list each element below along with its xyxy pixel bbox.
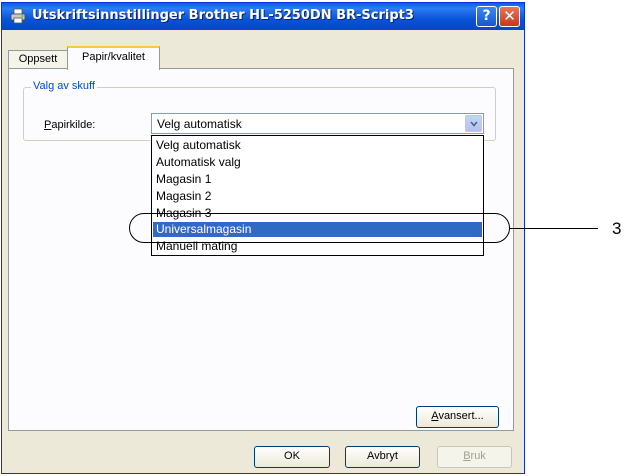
paper-source-select[interactable]: Velg automatisk	[151, 113, 484, 134]
group-legend: Valg av skuff	[31, 80, 97, 92]
cancel-button[interactable]: Avbryt	[345, 446, 420, 468]
option-automatisk-valg[interactable]: Automatisk valg	[153, 155, 482, 170]
advanced-button[interactable]: Avansert...	[416, 406, 499, 428]
callout-number: 3	[612, 219, 622, 238]
paper-source-label-rest: apirkilde:	[51, 119, 96, 131]
ok-button[interactable]: OK	[254, 446, 330, 468]
title-bar[interactable]: Utskriftsinnstillinger Brother HL-5250DN…	[2, 3, 524, 30]
chevron-down-icon	[470, 121, 478, 127]
tab-oppsett[interactable]: Oppsett	[8, 50, 68, 68]
advanced-label-rest: vansert...	[438, 410, 484, 422]
callout-line	[510, 228, 598, 229]
close-icon: ✕	[503, 7, 516, 25]
dropdown-button[interactable]	[465, 115, 482, 132]
option-magasin-1[interactable]: Magasin 1	[153, 172, 482, 187]
apply-mnemonic: B	[463, 450, 471, 462]
tab-papir-kvalitet[interactable]: Papir/kvalitet	[67, 46, 160, 70]
apply-button[interactable]: Bruk	[437, 446, 512, 468]
printer-icon	[10, 8, 26, 24]
paper-source-label: Papirkilde:	[44, 119, 95, 131]
help-icon: ?	[482, 8, 491, 24]
apply-label-rest: ruk	[470, 450, 486, 462]
paper-source-value: Velg automatisk	[157, 117, 242, 131]
window-title: Utskriftsinnstillinger Brother HL-5250DN…	[32, 8, 414, 23]
help-button[interactable]: ?	[476, 6, 497, 27]
option-velg-automatisk[interactable]: Velg automatisk	[153, 138, 482, 153]
option-magasin-2[interactable]: Magasin 2	[153, 189, 482, 204]
callout-ellipse	[129, 213, 510, 243]
close-button[interactable]: ✕	[499, 6, 520, 27]
